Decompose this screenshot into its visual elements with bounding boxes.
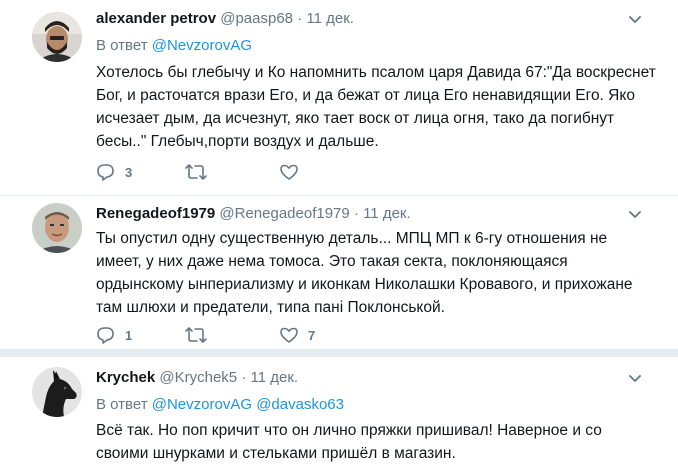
display-name[interactable]: alexander petrov [96,10,216,27]
reply-count: 3 [125,164,133,180]
tweet[interactable]: Krychek @Krychek5 · 11 дек. В ответ @Nev… [0,353,678,467]
user-handle[interactable]: @Renegadeof1979 [219,205,349,222]
tweet-date[interactable]: 11 дек. [306,10,354,27]
caret-down-icon[interactable] [628,372,642,386]
reply-mention[interactable]: @NevzorovAG [152,396,252,413]
tweet-text: Всё так. Но поп кричит что он лично пряж… [96,422,602,462]
reply-icon [97,327,114,344]
separator: · [241,369,247,386]
reply-prefix: В ответ [96,37,148,54]
tweet-date[interactable]: 11 дек. [363,205,411,222]
reply-context: В ответ @NevzorovAG @davasko63 [96,396,344,413]
avatar[interactable] [32,367,82,417]
user-handle[interactable]: @Krychek5 [159,369,237,386]
like-icon [280,327,298,343]
reply-button[interactable]: 3 [96,162,132,182]
like-count: 7 [308,327,316,343]
reply-count: 1 [125,327,133,343]
avatar[interactable] [32,12,82,62]
reply-button[interactable]: 1 [96,325,132,345]
tweet-header: Krychek @Krychek5 · 11 дек. [96,369,298,386]
retweet-icon [185,327,207,343]
tweet-text: Хотелось бы глебычу и Ко напомнить псало… [96,64,656,150]
like-button[interactable] [280,162,308,182]
avatar[interactable] [32,203,82,253]
display-name[interactable]: Krychek [96,369,155,386]
reply-icon [97,164,114,181]
reply-prefix: В ответ [96,396,148,413]
tweet-date[interactable]: 11 дек. [250,369,298,386]
retweet-button[interactable] [185,162,217,182]
caret-down-icon[interactable] [628,13,642,27]
separator: · [297,10,303,27]
tweet-text: Ты опустил одну существенную деталь... М… [96,230,633,316]
reply-context: В ответ @NevzorovAG [96,37,252,54]
tweet-header: Renegadeof1979 @Renegadeof1979 · 11 дек. [96,205,411,222]
separator: · [353,205,359,222]
retweet-icon [185,164,207,180]
reply-mention[interactable]: @davasko63 [256,396,344,413]
caret-down-icon[interactable] [628,208,642,222]
like-button[interactable]: 7 [280,325,315,345]
retweet-button[interactable] [185,325,217,345]
user-handle[interactable]: @paasp68 [220,10,293,27]
tweet[interactable]: Renegadeof1979 @Renegadeof1979 · 11 дек.… [0,196,678,351]
tweet-header: alexander petrov @paasp68 · 11 дек. [96,10,354,27]
display-name[interactable]: Renegadeof1979 [96,205,215,222]
like-icon [280,164,298,180]
tweet[interactable]: alexander petrov @paasp68 · 11 дек. В от… [0,0,678,196]
reply-mention[interactable]: @NevzorovAG [152,37,252,54]
